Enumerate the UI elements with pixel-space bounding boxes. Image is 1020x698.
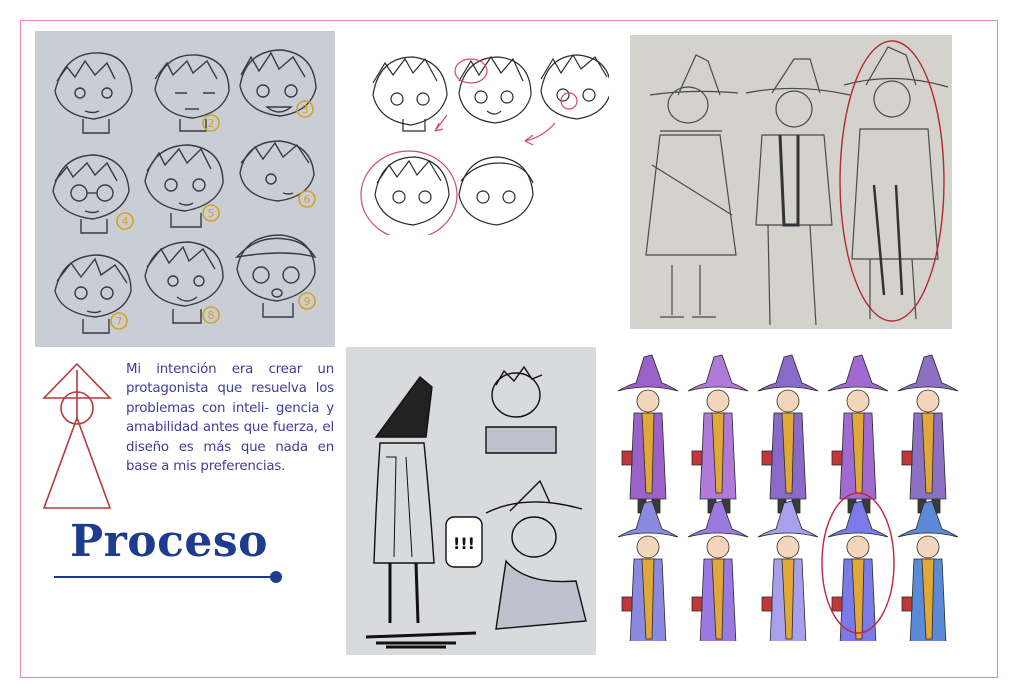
sketch-number: 4 [122,215,129,228]
process-description: Mi intención era crear un protagonista q… [126,362,334,475]
sketch-number: 3 [302,103,309,116]
fullbody-sketches-drawing [645,40,949,326]
sketch-number: 5 [208,207,215,220]
sketch-number: 9 [304,295,311,308]
sketch-number: 2 [208,117,215,130]
process-logo-icon [42,362,112,509]
sketch-number: 7 [116,315,123,328]
ink-sketch-drawing: !!! [365,365,587,649]
color-variations [612,341,970,641]
head-sketches-drawing: 2 3 4 5 6 7 8 9 [52,49,317,334]
sketch-number: 6 [304,193,311,206]
page-title: Proceso [70,516,269,567]
color-variations-drawing [617,354,959,641]
comic-sfx-text: !!! [453,534,475,553]
head-lineart-drawing [360,53,609,235]
title-underline [54,571,282,583]
fullbody-sketches-photo [630,35,952,329]
head-sketches-photo: 2 3 4 5 6 7 8 9 [35,31,335,347]
sketch-number: 8 [208,309,215,322]
ink-sketch-photo: !!! [346,347,596,655]
head-lineart [355,35,609,235]
